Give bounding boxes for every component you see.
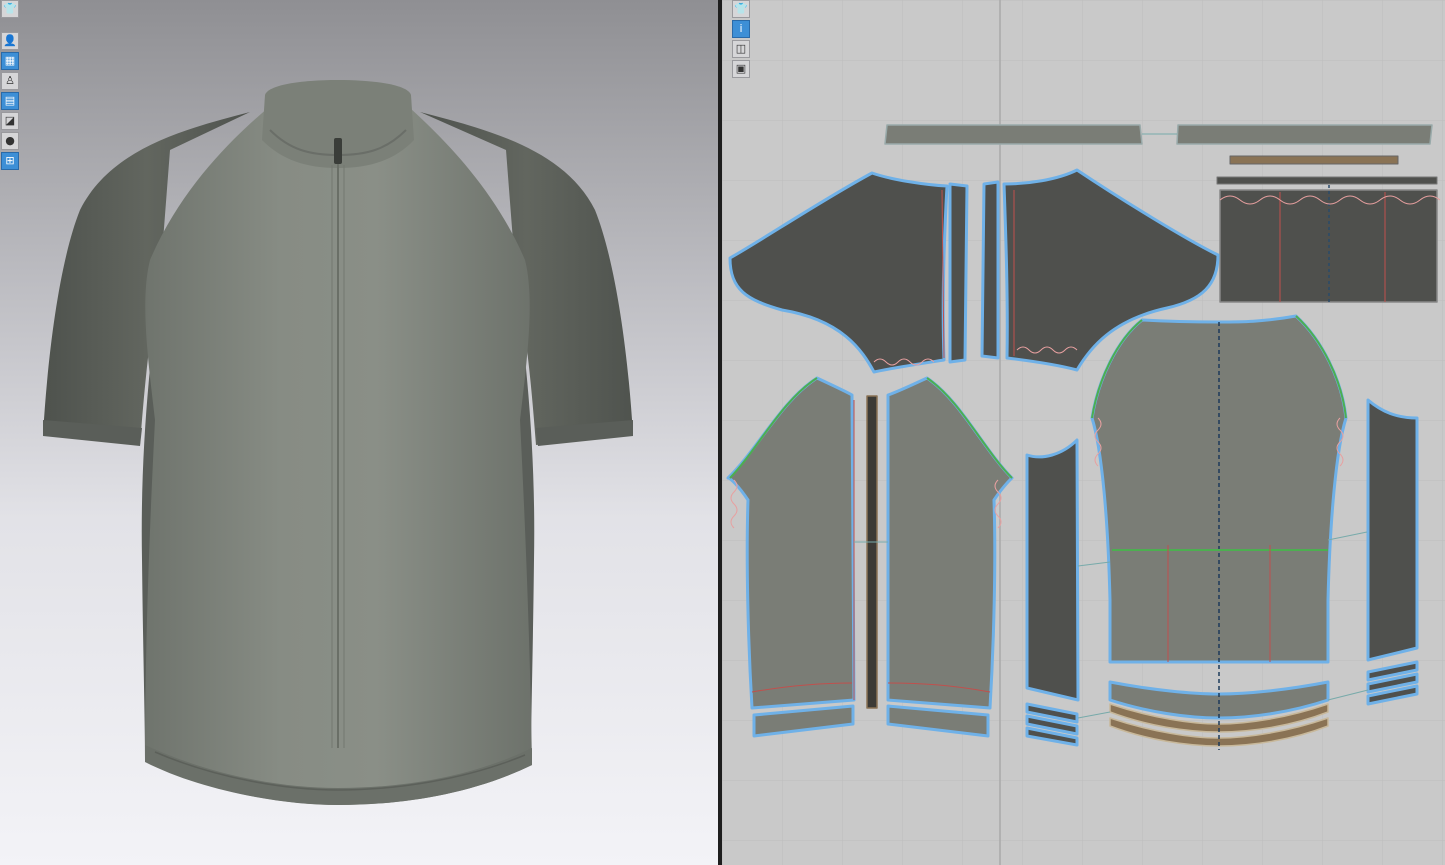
zipper-pull [334,138,342,164]
2d-pattern-canvas [722,0,1445,865]
info-icon[interactable]: i [732,20,750,38]
collar-piece-left [884,124,1143,145]
sleeve-gusset-left [948,182,969,364]
garment-view-icon[interactable]: 👕 [732,0,750,18]
3d-garment-canvas [43,80,633,805]
zipper-strip-piece [866,395,878,709]
sleeve-gusset-right [980,180,1000,360]
zipper-tape-piece [1229,155,1399,165]
garment-thumbnail-icon[interactable]: ▣ [732,60,750,78]
binding-strip-piece [1216,176,1438,185]
side-panel-piece-right [1366,398,1419,662]
side-panel-piece [1025,438,1080,702]
2d-pattern-viewport[interactable]: 👕 i ◫ ▣ [722,0,1445,865]
pattern-piece-icon[interactable]: ◫ [732,40,750,58]
3d-viewport[interactable]: 👕 👤 ▦ ♙ ▤ ◪ ● ⊞ [0,0,718,865]
collar-piece-right [1176,124,1433,145]
2d-toolbar: 👕 i ◫ ▣ [732,0,750,80]
